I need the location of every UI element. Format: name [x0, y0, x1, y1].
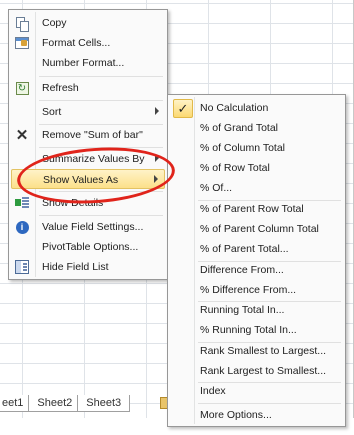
menu-item-format-cells[interactable]: Format Cells... — [11, 33, 165, 53]
submenu-item-pct-difference-from[interactable]: % Difference From... — [170, 280, 343, 300]
submenu-item-label: Rank Smallest to Largest... — [200, 345, 327, 357]
menu-item-label: Sort — [42, 106, 62, 118]
submenu-item-label: % Difference From... — [200, 284, 297, 296]
submenu-item-label: % of Row Total — [200, 162, 270, 174]
hide-field-list-icon — [14, 259, 30, 275]
menu-separator — [39, 215, 163, 216]
submenu-item-more-options[interactable]: More Options... — [170, 405, 343, 425]
menu-item-label: Format Cells... — [42, 37, 111, 49]
submenu-item-pct-column-total[interactable]: % of Column Total — [170, 138, 343, 158]
show-values-as-submenu: ✓ No Calculation % of Grand Total % of C… — [167, 94, 346, 427]
submenu-item-label: % of Column Total — [200, 142, 286, 154]
submenu-item-pct-grand-total[interactable]: % of Grand Total — [170, 118, 343, 138]
submenu-item-pct-running-total-in[interactable]: % Running Total In... — [170, 320, 343, 340]
submenu-item-index[interactable]: Index — [170, 381, 343, 401]
sheet-tabs: eet1 Sheet2 Sheet3 — [0, 395, 131, 413]
menu-item-pivottable-options[interactable]: PivotTable Options... — [11, 237, 165, 257]
submenu-item-pct-row-total[interactable]: % of Row Total — [170, 158, 343, 178]
menu-item-label: PivotTable Options... — [42, 241, 139, 253]
copy-icon — [14, 15, 30, 32]
refresh-icon: ↻ — [14, 80, 30, 96]
format-cells-icon — [14, 35, 30, 51]
submenu-item-label: % of Parent Row Total — [200, 203, 304, 215]
menu-item-label: Copy — [42, 17, 67, 29]
submenu-item-label: % of Parent Total... — [200, 243, 289, 255]
show-details-icon — [14, 195, 30, 211]
menu-separator — [39, 76, 163, 77]
menu-item-sort[interactable]: Sort — [11, 102, 165, 122]
menu-item-label: Value Field Settings... — [42, 221, 144, 233]
menu-item-show-details[interactable]: Show Details — [11, 193, 165, 213]
menu-separator — [39, 147, 163, 148]
menu-item-summarize-values-by[interactable]: Summarize Values By — [11, 149, 165, 169]
menu-item-hide-field-list[interactable]: Hide Field List — [11, 257, 165, 277]
submenu-item-label: No Calculation — [200, 102, 269, 114]
menu-item-label: Show Values As — [43, 174, 119, 186]
value-field-settings-icon: i — [14, 219, 30, 235]
submenu-item-label: Index — [200, 385, 226, 397]
submenu-item-pct-of[interactable]: % Of... — [170, 178, 343, 198]
submenu-item-pct-parent-row-total[interactable]: % of Parent Row Total — [170, 199, 343, 219]
submenu-item-label: Rank Largest to Smallest... — [200, 365, 327, 377]
menu-item-label: Show Details — [42, 197, 104, 209]
submenu-item-label: % of Parent Column Total — [200, 223, 319, 235]
menu-item-copy[interactable]: Copy — [11, 13, 165, 33]
submenu-item-pct-parent-column-total[interactable]: % of Parent Column Total — [170, 219, 343, 239]
context-menu: Copy Format Cells... Number Format... ↻ … — [8, 9, 168, 280]
menu-item-label: Summarize Values By — [42, 153, 145, 165]
submenu-separator — [198, 403, 341, 404]
submenu-item-label: Running Total In... — [200, 304, 285, 316]
submenu-item-rank-smallest-to-largest[interactable]: Rank Smallest to Largest... — [170, 341, 343, 361]
menu-item-label: Hide Field List — [42, 261, 109, 273]
menu-item-remove-field[interactable]: ✕ Remove "Sum of bar" — [11, 125, 165, 145]
submenu-item-label: Difference From... — [200, 264, 284, 276]
submenu-item-rank-largest-to-smallest[interactable]: Rank Largest to Smallest... — [170, 361, 343, 381]
menu-item-value-field-settings[interactable]: i Value Field Settings... — [11, 217, 165, 237]
menu-item-show-values-as[interactable]: Show Values As — [11, 169, 165, 189]
submenu-item-label: % of Grand Total — [200, 122, 279, 134]
submenu-arrow-icon — [155, 107, 159, 115]
menu-separator — [39, 191, 163, 192]
submenu-arrow-icon — [155, 154, 159, 162]
menu-item-number-format[interactable]: Number Format... — [11, 53, 165, 73]
submenu-item-difference-from[interactable]: Difference From... — [170, 260, 343, 280]
menu-item-label: Refresh — [42, 82, 79, 94]
checkmark-icon: ✓ — [173, 99, 193, 118]
submenu-item-label: % Running Total In... — [200, 324, 297, 336]
menu-separator — [39, 100, 163, 101]
sheet-tab-2[interactable]: Sheet2 — [28, 395, 82, 412]
menu-item-refresh[interactable]: ↻ Refresh — [11, 78, 165, 98]
submenu-item-no-calculation[interactable]: ✓ No Calculation — [170, 98, 343, 118]
menu-item-label: Remove "Sum of bar" — [42, 129, 143, 141]
submenu-item-label: More Options... — [200, 409, 272, 421]
menu-item-label: Number Format... — [42, 57, 125, 69]
submenu-arrow-icon — [154, 175, 158, 183]
sheet-tab-3[interactable]: Sheet3 — [77, 395, 131, 412]
remove-x-icon: ✕ — [15, 127, 29, 144]
submenu-item-running-total-in[interactable]: Running Total In... — [170, 300, 343, 320]
submenu-item-label: % Of... — [200, 182, 233, 194]
submenu-item-pct-parent-total[interactable]: % of Parent Total... — [170, 239, 343, 259]
